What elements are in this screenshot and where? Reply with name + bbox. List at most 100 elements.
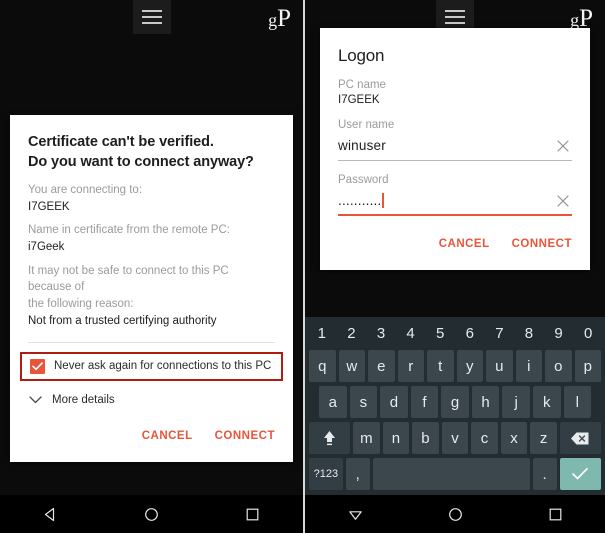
screenshot-root: gP Certificate can't be verified. Do you… [0, 0, 605, 533]
more-details-row[interactable]: More details [28, 393, 275, 408]
key-z[interactable]: z [530, 422, 557, 454]
cert-dialog-title: Certificate can't be verified. Do you wa… [28, 133, 275, 172]
keyboard-row-bottom: ?123 , . [307, 458, 603, 490]
home-circle-icon[interactable] [133, 495, 171, 533]
key-f[interactable]: f [410, 386, 439, 418]
symbols-key[interactable]: ?123 [309, 458, 343, 490]
cert-dialog-body: You are connecting to: I7GEEK Name in ce… [28, 182, 275, 329]
key-y[interactable]: y [456, 350, 483, 382]
period-key[interactable]: . [532, 458, 557, 490]
never-ask-checkbox[interactable] [30, 358, 45, 374]
cert-title-line1: Certificate can't be verified. [28, 134, 214, 150]
key-1[interactable]: 1 [307, 317, 337, 349]
never-ask-highlight-box: Never ask again for connections to this … [20, 351, 283, 381]
password-label: Password [338, 174, 389, 186]
brand-logo-g: g [268, 10, 278, 30]
key-k[interactable]: k [532, 386, 561, 418]
never-ask-checkbox-row[interactable]: Never ask again for connections to this … [30, 358, 273, 374]
key-i[interactable]: i [515, 350, 542, 382]
cert-name-value: i7Geek [28, 241, 65, 254]
home-circle-icon[interactable] [436, 495, 474, 533]
reason-label-line1: It may not be safe to connect to this PC… [28, 264, 229, 294]
more-details-label: More details [52, 394, 115, 406]
password-value-wrap[interactable]: ........... [338, 190, 572, 212]
cert-cancel-button[interactable]: CANCEL [142, 430, 193, 442]
key-g[interactable]: g [441, 386, 469, 418]
reason-value: Not from a trusted certifying authority [28, 314, 217, 327]
keyboard-row-zxcv: mnbvcxz [307, 422, 603, 454]
user-name-underline [338, 160, 572, 161]
left-android-navbar [0, 495, 303, 533]
recents-square-icon[interactable] [536, 495, 574, 533]
cert-name-label: Name in certificate from the remote PC: [28, 224, 230, 237]
user-name-label: User name [338, 119, 395, 131]
space-key[interactable] [372, 458, 530, 490]
key-b[interactable]: b [412, 422, 439, 454]
logon-dialog-actions: CANCEL CONNECT [338, 238, 572, 262]
right-android-navbar [305, 495, 605, 533]
key-d[interactable]: d [380, 386, 408, 418]
backspace-icon-key[interactable] [559, 422, 601, 454]
key-3[interactable]: 3 [366, 317, 396, 349]
key-p[interactable]: p [574, 350, 601, 382]
key-m[interactable]: m [353, 422, 380, 454]
brand-logo-p: P [277, 5, 291, 32]
password-underline [338, 214, 572, 216]
brand-logo: gP [268, 6, 291, 31]
onscreen-keyboard: 1234567890 qwertyuiop asdfghjkl mnbvcxz … [305, 317, 605, 495]
user-name-value[interactable]: winuser [338, 135, 572, 157]
key-4[interactable]: 4 [396, 317, 426, 349]
keyboard-dismiss-triangle-icon[interactable] [336, 495, 374, 533]
right-phone-panel: gP Logon PC name I7GEEK User name winuse… [305, 0, 605, 533]
key-l[interactable]: l [563, 386, 592, 418]
key-6[interactable]: 6 [455, 317, 485, 349]
user-name-field[interactable]: winuser [338, 135, 572, 161]
back-triangle-icon[interactable] [32, 495, 70, 533]
key-t[interactable]: t [427, 350, 454, 382]
key-8[interactable]: 8 [514, 317, 544, 349]
key-w[interactable]: w [338, 350, 365, 382]
password-field[interactable]: ........... [338, 190, 572, 216]
key-q[interactable]: q [309, 350, 336, 382]
key-a[interactable]: a [319, 386, 347, 418]
cert-connect-button[interactable]: CONNECT [215, 430, 275, 442]
connecting-to-label: You are connecting to: [28, 184, 143, 197]
key-s[interactable]: s [349, 386, 378, 418]
cert-divider [28, 341, 275, 343]
hamburger-menu-icon[interactable] [132, 0, 171, 34]
reason-label: It may not be safe to connect to this PC… [28, 263, 275, 313]
pc-name-label: PC name [338, 79, 386, 91]
logon-connect-button[interactable]: CONNECT [512, 238, 572, 250]
key-j[interactable]: j [502, 386, 530, 418]
clear-user-name-icon[interactable] [556, 139, 570, 153]
key-e[interactable]: e [368, 350, 395, 382]
comma-key[interactable]: , [345, 458, 370, 490]
never-ask-label: Never ask again for connections to this … [54, 360, 272, 372]
key-x[interactable]: x [500, 422, 528, 454]
key-o[interactable]: o [545, 350, 572, 382]
key-9[interactable]: 9 [544, 317, 574, 349]
shift-icon-key[interactable] [309, 422, 351, 454]
enter-check-icon-key[interactable] [559, 458, 602, 490]
key-7[interactable]: 7 [485, 317, 515, 349]
logon-dialog: Logon PC name I7GEEK User name winuser P… [320, 28, 590, 270]
recents-square-icon[interactable] [234, 495, 272, 533]
left-phone-panel: gP Certificate can't be verified. Do you… [0, 0, 303, 533]
logon-dialog-title: Logon [338, 46, 385, 65]
key-r[interactable]: r [397, 350, 424, 382]
brand-logo-g: g [570, 10, 580, 30]
key-h[interactable]: h [471, 386, 500, 418]
key-5[interactable]: 5 [425, 317, 455, 349]
logon-cancel-button[interactable]: CANCEL [439, 238, 490, 250]
cert-title-line2: Do you want to connect anyway? [28, 153, 254, 170]
key-n[interactable]: n [382, 422, 410, 454]
cert-dialog-actions: CANCEL CONNECT [28, 430, 275, 454]
keyboard-row-qwerty: qwertyuiop [307, 350, 603, 382]
key-0[interactable]: 0 [573, 317, 603, 349]
key-c[interactable]: c [471, 422, 498, 454]
pc-name-value: I7GEEK [338, 94, 380, 106]
key-2[interactable]: 2 [337, 317, 367, 349]
key-u[interactable]: u [486, 350, 513, 382]
key-v[interactable]: v [441, 422, 469, 454]
clear-password-icon[interactable] [556, 194, 570, 208]
